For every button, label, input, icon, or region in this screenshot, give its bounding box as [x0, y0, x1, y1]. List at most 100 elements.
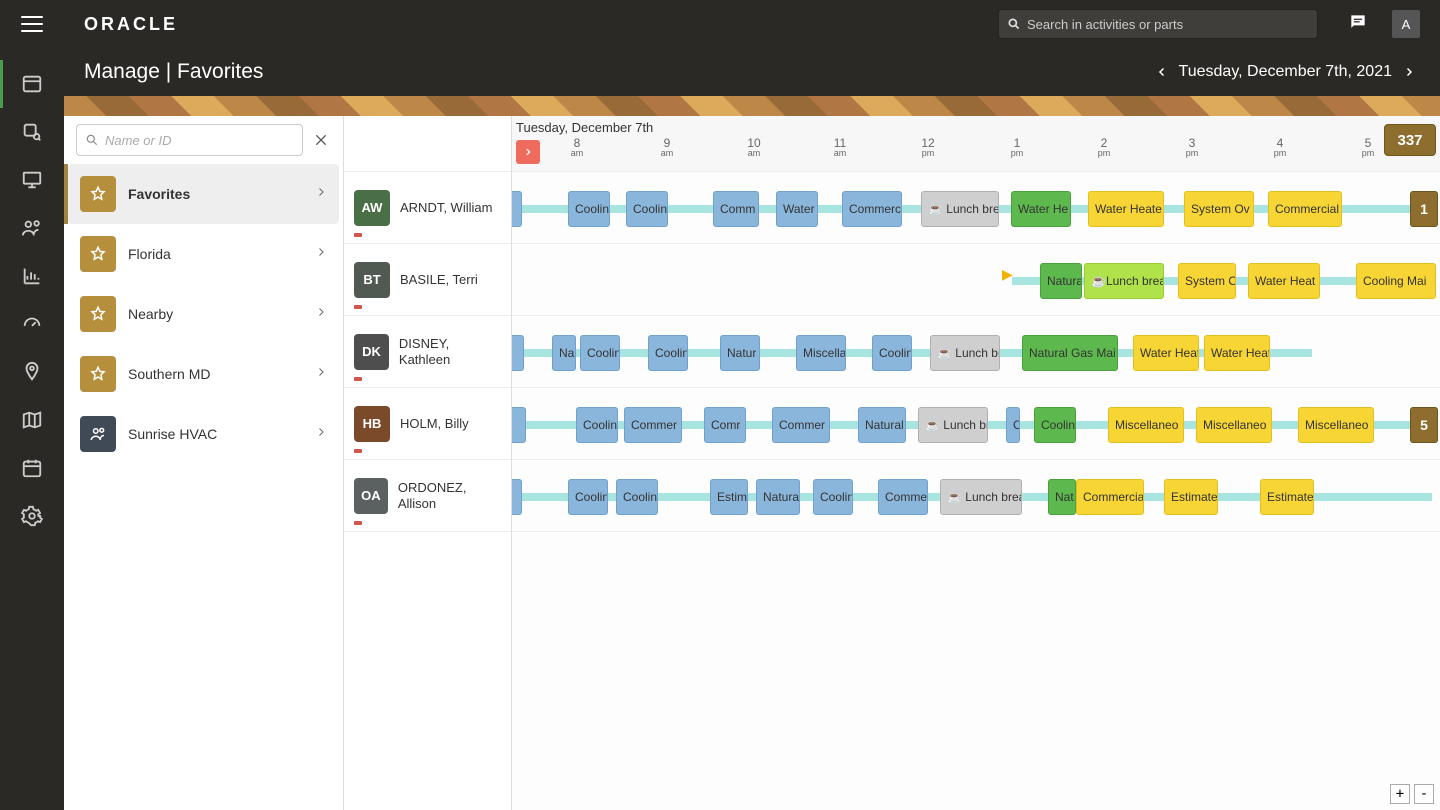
- status-dot: [354, 305, 362, 309]
- date-prev[interactable]: [1151, 61, 1173, 83]
- resource-row[interactable]: HBHOLM, Billy: [344, 388, 511, 460]
- task-block[interactable]: Miscellaneo: [1196, 407, 1272, 443]
- hamburger-menu-icon[interactable]: [21, 16, 43, 32]
- task-block[interactable]: Coolin: [626, 191, 668, 227]
- task-block[interactable]: eh: [512, 407, 526, 443]
- nav-dashboard[interactable]: [0, 60, 64, 108]
- task-block[interactable]: t: [512, 479, 522, 515]
- search-icon: [85, 133, 99, 147]
- task-block[interactable]: Natura: [1040, 263, 1082, 299]
- user-avatar[interactable]: A: [1392, 10, 1420, 38]
- task-block[interactable]: ☕ Lunch bre: [918, 407, 988, 443]
- task-block[interactable]: Commer: [772, 407, 830, 443]
- nav-chart[interactable]: [0, 252, 64, 300]
- task-block[interactable]: System Ov: [1184, 191, 1254, 227]
- task-block[interactable]: Natural: [858, 407, 906, 443]
- task-block[interactable]: Coolin: [1034, 407, 1076, 443]
- timeline-jump-button[interactable]: [516, 140, 540, 164]
- favorites-item[interactable]: Favorites: [68, 164, 339, 224]
- task-block[interactable]: Cooling Mai: [1356, 263, 1436, 299]
- task-block[interactable]: Coolin: [872, 335, 912, 371]
- resource-avatar: AW: [354, 190, 390, 226]
- lane-count-badge[interactable]: 5: [1410, 407, 1438, 443]
- task-block[interactable]: Water He: [1011, 191, 1071, 227]
- status-dot: [354, 521, 362, 525]
- favorites-item[interactable]: Sunrise HVAC: [68, 404, 339, 464]
- global-search[interactable]: [998, 9, 1318, 39]
- resource-row[interactable]: DKDISNEY, Kathleen: [344, 316, 511, 388]
- task-block[interactable]: Coolin: [568, 191, 610, 227]
- task-block[interactable]: System O: [1178, 263, 1236, 299]
- chevron-right-icon: [315, 365, 327, 383]
- nav-location[interactable]: [0, 348, 64, 396]
- task-block[interactable]: Miscellaneo: [1108, 407, 1184, 443]
- resource-row[interactable]: AWARNDT, William: [344, 172, 511, 244]
- task-block[interactable]: Coolin: [580, 335, 620, 371]
- task-block[interactable]: Coolin: [568, 479, 608, 515]
- task-block[interactable]: ☕ Lunch brea: [921, 191, 999, 227]
- task-block[interactable]: Commer: [624, 407, 682, 443]
- task-block[interactable]: Commercia: [1076, 479, 1144, 515]
- task-block[interactable]: Miscella: [796, 335, 846, 371]
- task-block[interactable]: C: [1006, 407, 1020, 443]
- task-block[interactable]: Natural Gas Mai: [1022, 335, 1118, 371]
- nav-monitor[interactable]: [0, 156, 64, 204]
- task-block[interactable]: Natura: [756, 479, 800, 515]
- task-block[interactable]: Nat: [1048, 479, 1076, 515]
- task-block[interactable]: Water Heat: [1248, 263, 1320, 299]
- close-icon[interactable]: [311, 130, 331, 150]
- brand-logo: ORACLE: [84, 14, 178, 35]
- task-block[interactable]: Commerc: [842, 191, 902, 227]
- messages-icon[interactable]: [1348, 12, 1368, 37]
- task-block[interactable]: Cooling: [576, 407, 618, 443]
- date-navigator: Tuesday, December 7th, 2021: [1151, 61, 1420, 83]
- task-block[interactable]: Cooling: [616, 479, 658, 515]
- task-block[interactable]: ☕Lunch brea: [1084, 263, 1164, 299]
- task-block[interactable]: Coolin: [648, 335, 688, 371]
- timeline-lane: NaCoolinCoolinNaturMiscellaCoolin☕ Lunch…: [512, 316, 1440, 388]
- task-block[interactable]: Estimate: [1260, 479, 1314, 515]
- nav-map[interactable]: [0, 396, 64, 444]
- task-block[interactable]: Comm: [713, 191, 759, 227]
- hour-label: 5pm: [1353, 136, 1383, 158]
- task-block[interactable]: Natur: [720, 335, 760, 371]
- favorites-search-input[interactable]: [105, 133, 294, 148]
- zoom-out[interactable]: -: [1414, 784, 1434, 804]
- task-block[interactable]: Water Heat: [1204, 335, 1270, 371]
- task-block[interactable]: Estim: [710, 479, 748, 515]
- task-block[interactable]: Water: [776, 191, 818, 227]
- task-block[interactable]: Coolin: [813, 479, 853, 515]
- resource-row[interactable]: OAORDONEZ, Allison: [344, 460, 511, 532]
- nav-search-activity[interactable]: [0, 108, 64, 156]
- task-block[interactable]: h: [512, 191, 522, 227]
- resource-row[interactable]: BTBASILE, Terri: [344, 244, 511, 316]
- zoom-in[interactable]: +: [1390, 784, 1410, 804]
- favorites-search[interactable]: [76, 124, 303, 156]
- task-block[interactable]: Miscellaneo: [1298, 407, 1374, 443]
- date-next[interactable]: [1398, 61, 1420, 83]
- task-block[interactable]: ☕ Lunch brea: [940, 479, 1022, 515]
- task-block[interactable]: Water Heat: [1133, 335, 1199, 371]
- nav-people[interactable]: [0, 204, 64, 252]
- favorites-item-label: Florida: [128, 246, 303, 262]
- task-block[interactable]: Comme: [878, 479, 928, 515]
- nav-calendar[interactable]: [0, 444, 64, 492]
- nav-settings[interactable]: [0, 492, 64, 540]
- decorative-banner: [64, 96, 1440, 116]
- hour-label: 11am: [825, 136, 855, 158]
- task-block[interactable]: Water Heate: [1088, 191, 1164, 227]
- date-display[interactable]: Tuesday, December 7th, 2021: [1179, 63, 1392, 81]
- activity-count-badge[interactable]: 337: [1384, 124, 1436, 156]
- task-block[interactable]: Comr: [704, 407, 746, 443]
- task-block[interactable]: Na: [552, 335, 576, 371]
- task-block[interactable]: Estimate: [1164, 479, 1218, 515]
- lane-count-badge[interactable]: 1: [1410, 191, 1438, 227]
- favorites-item[interactable]: Nearby: [68, 284, 339, 344]
- favorites-item[interactable]: Florida: [68, 224, 339, 284]
- task-block[interactable]: [512, 335, 524, 371]
- task-block[interactable]: Commercial: [1268, 191, 1342, 227]
- nav-gauge[interactable]: [0, 300, 64, 348]
- task-block[interactable]: ☕ Lunch bre: [930, 335, 1000, 371]
- global-search-input[interactable]: [1027, 17, 1309, 32]
- favorites-item[interactable]: Southern MD: [68, 344, 339, 404]
